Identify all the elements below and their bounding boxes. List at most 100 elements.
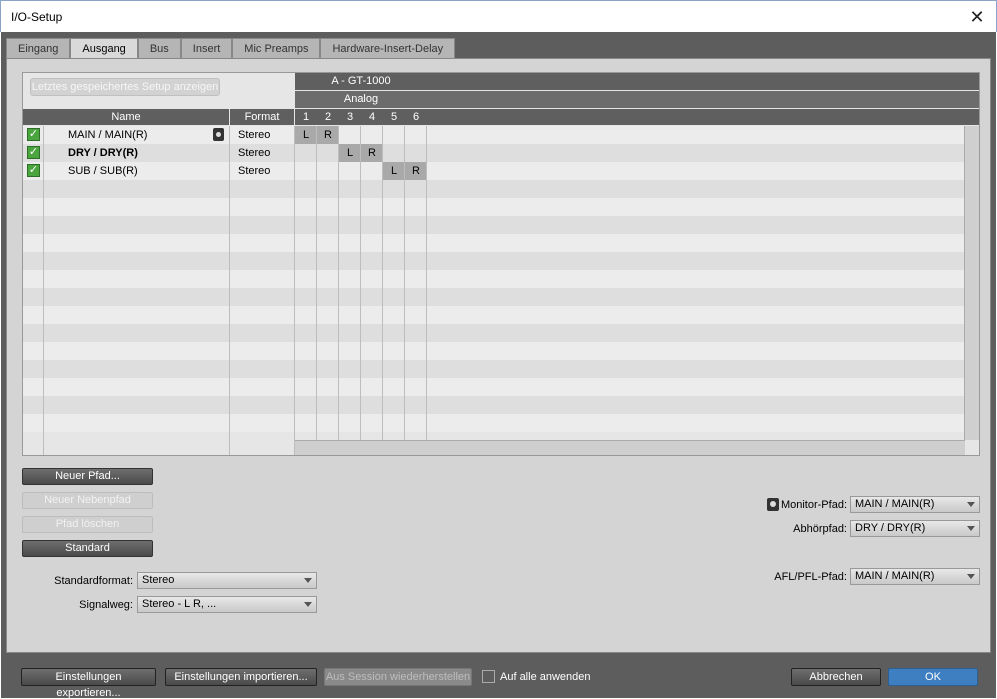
col-divider	[382, 126, 383, 440]
table-row[interactable]	[23, 378, 965, 396]
table-row[interactable]	[23, 306, 965, 324]
tab-hardware-insert-delay[interactable]: Hardware-Insert-Delay	[320, 38, 456, 58]
chevron-down-icon	[967, 502, 975, 507]
apply-all-checkbox[interactable]	[482, 670, 495, 683]
tab-ausgang[interactable]: Ausgang	[70, 38, 138, 59]
afl-pfl-path-select[interactable]: MAIN / MAIN(R)	[850, 568, 980, 585]
channel-assignment[interactable]: L	[295, 126, 317, 144]
signal-path-select[interactable]: Stereo - L R, ...	[137, 596, 317, 613]
monitor-path-label: Monitor-Pfad:	[780, 499, 847, 511]
vertical-scrollbar[interactable]	[964, 126, 979, 440]
dialog-body: Eingang Ausgang Bus Insert Mic Preamps H…	[1, 32, 996, 699]
channel-1-header: 1	[295, 109, 317, 125]
table-row[interactable]: ✓ MAIN / MAIN(R) Stereo L R	[23, 126, 965, 144]
standard-format-label: Standardformat:	[54, 575, 133, 587]
device-header-fill	[427, 73, 979, 90]
group-header: Analog	[295, 91, 427, 108]
col-divider	[404, 126, 405, 440]
export-settings-button[interactable]: Einstellungen exportieren...	[21, 668, 156, 699]
tab-bar: Eingang Ausgang Bus Insert Mic Preamps H…	[6, 38, 456, 59]
enabled-checkbox[interactable]: ✓	[27, 128, 40, 141]
path-name[interactable]: SUB / SUB(R)	[68, 162, 138, 180]
table-row[interactable]	[23, 414, 965, 432]
afl-pfl-path-label: AFL/PFL-Pfad:	[774, 571, 847, 583]
col-name-header: Name	[23, 109, 229, 125]
tab-insert[interactable]: Insert	[180, 38, 233, 58]
ok-button[interactable]: OK	[888, 668, 978, 686]
table-row[interactable]	[23, 180, 965, 198]
afl-pfl-path-value: MAIN / MAIN(R)	[855, 570, 935, 582]
speaker-icon	[213, 128, 224, 141]
horizontal-scrollbar[interactable]	[295, 440, 965, 455]
table-row[interactable]	[23, 396, 965, 414]
new-path-button[interactable]: Neuer Pfad...	[22, 468, 153, 485]
col-divider	[229, 126, 230, 455]
table-row[interactable]	[23, 288, 965, 306]
col-format-header: Format	[230, 109, 294, 125]
cancel-button[interactable]: Abbrechen	[791, 668, 881, 686]
monitor-path-value: MAIN / MAIN(R)	[855, 498, 935, 510]
channel-6-header: 6	[405, 109, 427, 125]
group-header-fill	[427, 91, 979, 108]
table-row[interactable]	[23, 198, 965, 216]
col-divider	[360, 126, 361, 440]
channel-5-header: 5	[383, 109, 405, 125]
col-divider	[426, 126, 427, 440]
delete-path-button[interactable]: Pfad löschen	[22, 516, 153, 533]
col-divider	[294, 126, 295, 455]
import-settings-button[interactable]: Einstellungen importieren...	[165, 668, 317, 686]
path-name[interactable]: DRY / DRY(R)	[68, 144, 138, 162]
channel-3-header: 3	[339, 109, 361, 125]
monitor-path-select[interactable]: MAIN / MAIN(R)	[850, 496, 980, 513]
chevron-down-icon	[304, 602, 312, 607]
channel-assignment[interactable]: R	[405, 162, 427, 180]
path-format: Stereo	[238, 165, 271, 177]
standard-format-value: Stereo	[142, 574, 175, 586]
channel-2-header: 2	[317, 109, 339, 125]
table-row[interactable]: ✓ DRY / DRY(R) Stereo L R	[23, 144, 965, 162]
col-divider	[316, 126, 317, 440]
last-setup-button: Letztes gespeichertes Setup anzeigen	[30, 78, 220, 96]
new-subpath-button[interactable]: Neuer Nebenpfad	[22, 492, 153, 509]
table-row[interactable]	[23, 234, 965, 252]
col-divider	[43, 126, 44, 455]
path-format: Stereo	[238, 129, 271, 141]
channel-assignment[interactable]: L	[383, 162, 405, 180]
chevron-down-icon	[967, 526, 975, 531]
table-row[interactable]	[23, 360, 965, 378]
col-divider	[338, 126, 339, 440]
table-row[interactable]	[23, 252, 965, 270]
restore-from-session-button[interactable]: Aus Session wiederherstellen	[324, 668, 472, 686]
close-icon[interactable]: ✕	[966, 6, 988, 28]
channel-assignment[interactable]: R	[317, 126, 339, 144]
channel-4-header: 4	[361, 109, 383, 125]
signal-path-value: Stereo - L R, ...	[142, 598, 217, 610]
enabled-checkbox[interactable]: ✓	[27, 164, 40, 177]
listen-path-select[interactable]: DRY / DRY(R)	[850, 520, 980, 537]
tab-bus[interactable]: Bus	[137, 38, 181, 58]
table-row[interactable]: ✓ SUB / SUB(R) Stereo L R	[23, 162, 965, 180]
chevron-down-icon	[304, 578, 312, 583]
standard-format-select[interactable]: Stereo	[137, 572, 317, 589]
title-bar: I/O-Setup ✕	[0, 0, 997, 32]
device-header: A - GT-1000	[295, 73, 427, 90]
signal-path-label: Signalweg:	[79, 599, 133, 611]
path-format: Stereo	[238, 147, 271, 159]
window-title: I/O-Setup	[11, 10, 63, 24]
default-button[interactable]: Standard	[22, 540, 153, 557]
table-row[interactable]	[23, 270, 965, 288]
table-row[interactable]	[23, 216, 965, 234]
table-row[interactable]	[23, 342, 965, 360]
table-row[interactable]	[23, 324, 965, 342]
channel-assignment[interactable]: R	[361, 144, 383, 162]
enabled-checkbox[interactable]: ✓	[27, 146, 40, 159]
channel-assignment[interactable]: L	[339, 144, 361, 162]
path-name[interactable]: MAIN / MAIN(R)	[68, 126, 147, 144]
output-panel: Letztes gespeichertes Setup anzeigen A -…	[6, 58, 991, 653]
listen-path-label: Abhörpfad:	[793, 523, 847, 535]
tab-eingang[interactable]: Eingang	[6, 38, 71, 58]
listen-path-value: DRY / DRY(R)	[855, 522, 926, 534]
io-grid: Letztes gespeichertes Setup anzeigen A -…	[22, 72, 980, 456]
tab-mic-preamps[interactable]: Mic Preamps	[232, 38, 321, 58]
apply-all-label: Auf alle anwenden	[500, 671, 591, 683]
